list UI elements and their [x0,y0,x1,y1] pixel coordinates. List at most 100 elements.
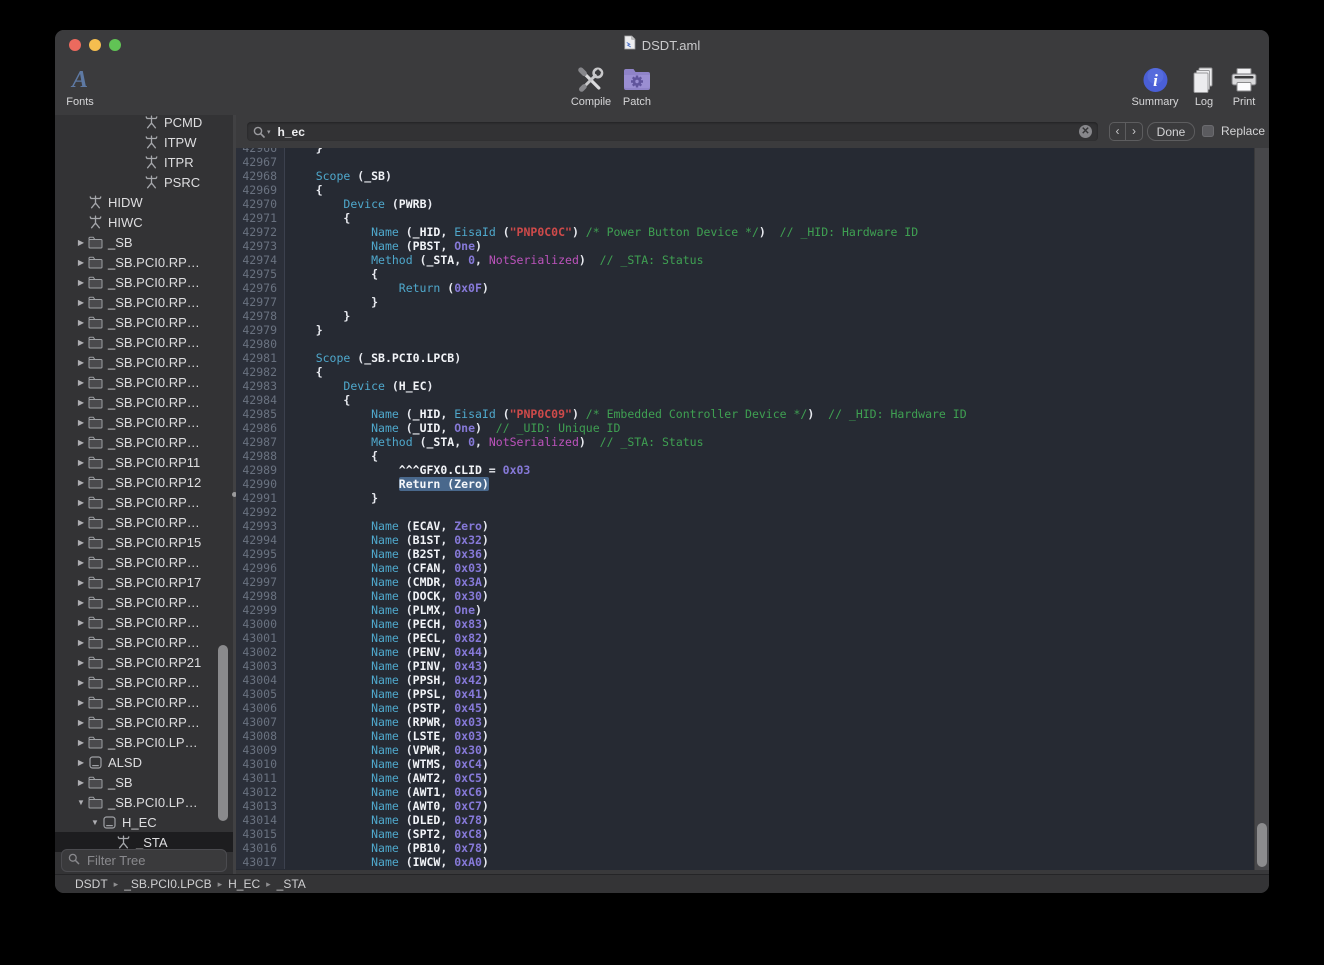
code-line[interactable]: 42982 { [236,365,1255,379]
code-line[interactable]: 42968 Scope (_SB) [236,169,1255,183]
breadcrumb-item[interactable]: DSDT [75,877,108,891]
disclosure-triangle[interactable]: ▶ [75,498,87,507]
replace-checkbox[interactable] [1202,125,1214,137]
tree-row-hidw[interactable]: HIDW [55,192,233,212]
code-line[interactable]: 43007 Name (RPWR, 0x03) [236,715,1255,729]
code-line[interactable]: 43013 Name (AWT0, 0xC7) [236,799,1255,813]
disclosure-triangle[interactable]: ▶ [75,438,87,447]
code-line[interactable]: 42986 Name (_UID, One) // _UID: Unique I… [236,421,1255,435]
code-line[interactable]: 42989 ^^^GFX0.CLID = 0x03 [236,463,1255,477]
tree-row--sb-pci0-rp-[interactable]: ▶_SB.PCI0.RP… [55,372,233,392]
code-line[interactable]: 43008 Name (LSTE, 0x03) [236,729,1255,743]
tree-row--sb-pci0-rp-[interactable]: ▶_SB.PCI0.RP… [55,692,233,712]
code-line[interactable]: 42975 { [236,267,1255,281]
code-line[interactable]: 42985 Name (_HID, EisaId ("PNP0C09") /* … [236,407,1255,421]
disclosure-triangle[interactable]: ▶ [75,518,87,527]
tree-row--sb-pci0-rp-[interactable]: ▶_SB.PCI0.RP… [55,272,233,292]
code-line[interactable]: 42967 [236,155,1255,169]
code-line[interactable]: 42997 Name (CMDR, 0x3A) [236,575,1255,589]
disclosure-triangle[interactable]: ▶ [75,458,87,467]
code-line[interactable]: 42984 { [236,393,1255,407]
disclosure-triangle[interactable]: ▶ [75,658,87,667]
tree-row--sb-pci0-rp-[interactable]: ▶_SB.PCI0.RP… [55,512,233,532]
search-icon[interactable]: ▾ [253,126,271,138]
patch-button[interactable]: Patch [622,64,652,108]
tree-row-psrc[interactable]: PSRC [55,172,233,192]
code-line[interactable]: 42977 } [236,295,1255,309]
filter-tree-input[interactable] [85,852,220,869]
code-line[interactable]: 42973 Name (PBST, One) [236,239,1255,253]
code-line[interactable]: 43004 Name (PPSH, 0x42) [236,673,1255,687]
tree-row-itpw[interactable]: ITPW [55,132,233,152]
tree-row--sb-pci0-rp-[interactable]: ▶_SB.PCI0.RP… [55,392,233,412]
code-line[interactable]: 43000 Name (PECH, 0x83) [236,617,1255,631]
print-button[interactable]: Print [1230,64,1258,108]
tree-row--sb-pci0-rp11[interactable]: ▶_SB.PCI0.RP11 [55,452,233,472]
tree-row--sb-pci0-rp-[interactable]: ▶_SB.PCI0.RP… [55,612,233,632]
find-next-button[interactable]: › [1126,123,1142,140]
code-line[interactable]: 43016 Name (PB10, 0x78) [236,841,1255,855]
search-input[interactable] [276,124,1079,140]
disclosure-triangle[interactable]: ▶ [75,398,87,407]
tree-row--sb-pci0-rp-[interactable]: ▶_SB.PCI0.RP… [55,412,233,432]
code-line[interactable]: 42966 } [236,148,1255,155]
code-line[interactable]: 42979 } [236,323,1255,337]
disclosure-triangle[interactable]: ▶ [75,278,87,287]
disclosure-triangle[interactable]: ▶ [75,378,87,387]
tree-row--sb-pci0-rp-[interactable]: ▶_SB.PCI0.RP… [55,332,233,352]
disclosure-triangle[interactable]: ▶ [75,578,87,587]
disclosure-triangle[interactable]: ▶ [75,338,87,347]
tree-row-hiwc[interactable]: HIWC [55,212,233,232]
disclosure-triangle[interactable]: ▼ [75,798,87,807]
code-line[interactable]: 43012 Name (AWT1, 0xC6) [236,785,1255,799]
code-line[interactable]: 42990 Return (Zero) [236,477,1255,491]
tree-row--sb-pci0-rp-[interactable]: ▶_SB.PCI0.RP… [55,672,233,692]
find-previous-button[interactable]: ‹ [1110,123,1126,140]
breadcrumb-item[interactable]: _STA [277,877,306,891]
disclosure-triangle[interactable]: ▶ [75,558,87,567]
code-line[interactable]: 42987 Method (_STA, 0, NotSerialized) //… [236,435,1255,449]
disclosure-triangle[interactable]: ▶ [75,478,87,487]
tree-row--sb-pci0-rp-[interactable]: ▶_SB.PCI0.RP… [55,292,233,312]
disclosure-triangle[interactable]: ▶ [75,638,87,647]
code-line[interactable]: 42971 { [236,211,1255,225]
disclosure-triangle[interactable]: ▶ [75,418,87,427]
code-line[interactable]: 43001 Name (PECL, 0x82) [236,631,1255,645]
disclosure-triangle[interactable]: ▶ [75,738,87,747]
disclosure-triangle[interactable]: ▶ [75,298,87,307]
disclosure-triangle[interactable]: ▶ [75,678,87,687]
code-line[interactable]: 42972 Name (_HID, EisaId ("PNP0C0C") /* … [236,225,1255,239]
tree-row-pcmd[interactable]: PCMD [55,115,233,132]
code-line[interactable]: 43006 Name (PSTP, 0x45) [236,701,1255,715]
code-line[interactable]: 43015 Name (SPT2, 0xC8) [236,827,1255,841]
tree-row-h-ec[interactable]: ▼H_EC [55,812,233,832]
disclosure-triangle[interactable]: ▶ [75,598,87,607]
disclosure-triangle[interactable]: ▶ [75,698,87,707]
disclosure-triangle[interactable]: ▶ [75,618,87,627]
filter-tree-field[interactable] [61,849,227,872]
tree-row--sb-pci0-rp21[interactable]: ▶_SB.PCI0.RP21 [55,652,233,672]
tree-row--sb-pci0-rp-[interactable]: ▶_SB.PCI0.RP… [55,592,233,612]
code-line[interactable]: 42980 [236,337,1255,351]
code-line[interactable]: 42995 Name (B2ST, 0x36) [236,547,1255,561]
code-line[interactable]: 42981 Scope (_SB.PCI0.LPCB) [236,351,1255,365]
tree-row--sb[interactable]: ▶_SB [55,772,233,792]
breadcrumb-item[interactable]: H_EC [228,877,260,891]
code-line[interactable]: 42983 Device (H_EC) [236,379,1255,393]
compile-button[interactable]: Compile [571,64,611,108]
code-line[interactable]: 43009 Name (VPWR, 0x30) [236,743,1255,757]
disclosure-triangle[interactable]: ▶ [75,538,87,547]
code-line[interactable]: 42993 Name (ECAV, Zero) [236,519,1255,533]
clear-search-icon[interactable]: ✕ [1079,125,1092,138]
code-line[interactable]: 43017 Name (IWCW, 0xA0) [236,855,1255,869]
editor-scrollbar[interactable] [1254,148,1269,870]
code-line[interactable]: 42994 Name (B1ST, 0x32) [236,533,1255,547]
code-line[interactable]: 43005 Name (PPSL, 0x41) [236,687,1255,701]
code-line[interactable]: 42992 [236,505,1255,519]
tree-row--sb-pci0-lp-[interactable]: ▶_SB.PCI0.LP… [55,732,233,752]
disclosure-triangle[interactable]: ▶ [75,258,87,267]
tree-row--sb-pci0-rp-[interactable]: ▶_SB.PCI0.RP… [55,252,233,272]
tree-row--sb[interactable]: ▶_SB [55,232,233,252]
tree-row--sb-pci0-rp-[interactable]: ▶_SB.PCI0.RP… [55,492,233,512]
code-line[interactable]: 42999 Name (PLMX, One) [236,603,1255,617]
